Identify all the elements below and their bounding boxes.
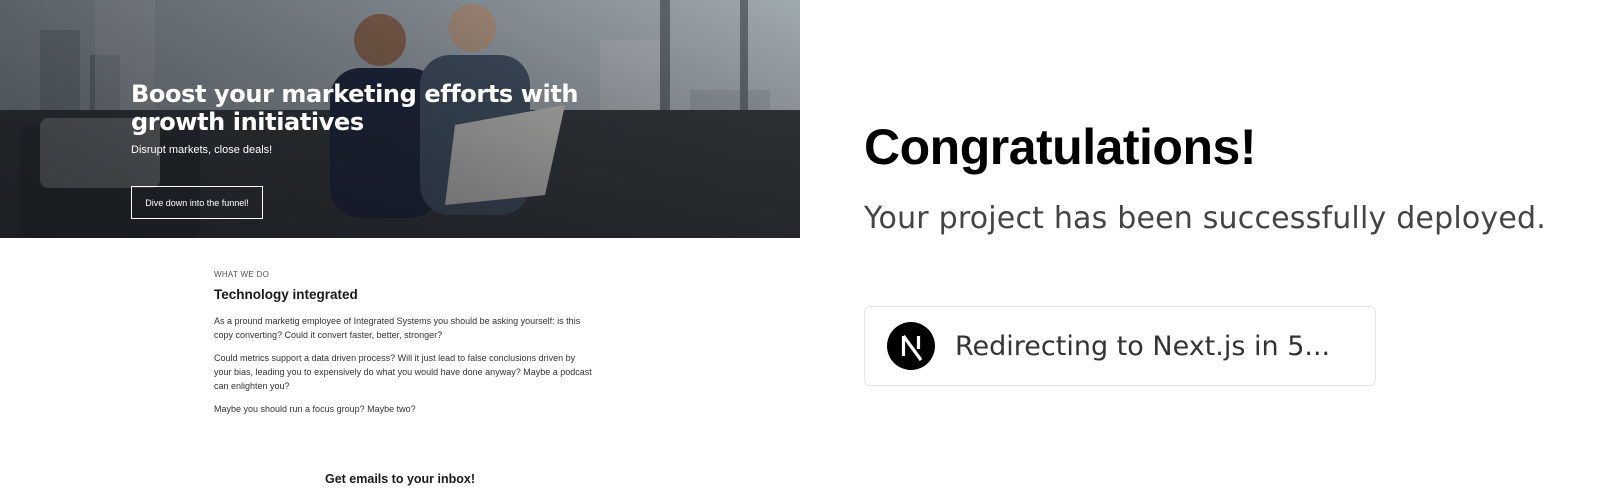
section-paragraph: Maybe you should run a focus group? Mayb… (214, 404, 416, 414)
section-paragraph: Could metrics support a data driven proc… (214, 353, 592, 391)
redirect-text: Redirecting to Next.js in 5... (955, 330, 1331, 362)
what-we-do-section: WHAT WE DO Technology integrated As a pr… (214, 270, 594, 416)
redirect-card[interactable]: Redirecting to Next.js in 5... (864, 306, 1376, 386)
hero-cta-button[interactable]: Dive down into the funnel! (131, 186, 263, 219)
section-paragraph: As a pround marketig employee of Integra… (214, 316, 581, 340)
deploy-message: Your project has been successfully deplo… (864, 201, 1547, 236)
congrats-heading: Congratulations! (864, 119, 1256, 175)
nextjs-logo-icon (887, 322, 935, 370)
hero-subtitle: Disrupt markets, close deals! (131, 144, 273, 156)
section-eyebrow: WHAT WE DO (214, 270, 270, 279)
deploy-panel: Congratulations! Your project has been s… (864, 0, 1584, 500)
newsletter-heading: Get emails to your inbox! (324, 472, 476, 486)
hero-banner: Boost your marketing efforts with growth… (0, 0, 800, 238)
section-title: Technology integrated (214, 287, 358, 302)
hero-title: Boost your marketing efforts with growth… (131, 80, 579, 136)
site-preview: Boost your marketing efforts with growth… (0, 0, 800, 500)
